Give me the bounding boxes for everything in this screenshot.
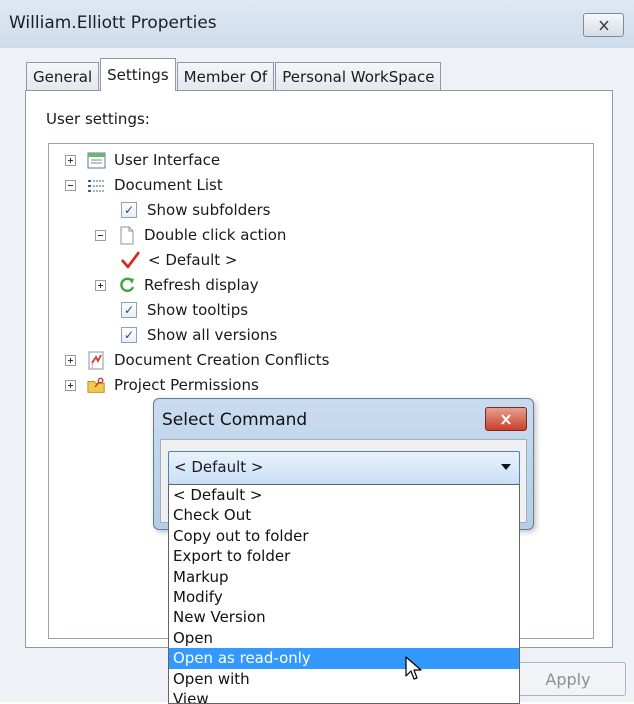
option-new-version[interactable]: New Version (169, 607, 519, 627)
tree-item-label: Refresh display (144, 276, 259, 294)
checkmark-icon (121, 251, 140, 270)
tree-item-document-list[interactable]: Document List (65, 174, 223, 196)
tree-item-project-permissions[interactable]: Project Permissions (65, 374, 259, 396)
mouse-pointer-icon (405, 656, 423, 686)
tree-item-show-all-versions[interactable]: ✓ Show all versions (121, 324, 277, 346)
show-subfolders-checkbox[interactable]: ✓ (121, 202, 137, 218)
tree-item-label: User Interface (114, 151, 221, 169)
tree-item-refresh-display[interactable]: Refresh display (95, 274, 259, 296)
option-export-to-folder[interactable]: Export to folder (169, 546, 519, 566)
option-default[interactable]: < Default > (169, 485, 519, 505)
conflict-icon: ! (87, 351, 106, 370)
tree-item-document-creation-conflicts[interactable]: ! Document Creation Conflicts (65, 349, 329, 371)
refresh-icon (117, 276, 136, 295)
tab-general[interactable]: General (26, 62, 100, 91)
option-check-out[interactable]: Check Out (169, 505, 519, 525)
chevron-down-icon[interactable] (501, 464, 511, 470)
window-title: William.Elliott Properties (9, 13, 217, 33)
show-all-versions-checkbox[interactable]: ✓ (121, 327, 137, 343)
tree-item-label: Show all versions (147, 326, 278, 344)
tree-item-label: Project Permissions (114, 376, 259, 394)
folder-key-icon (87, 376, 106, 395)
tree-item-user-interface[interactable]: User Interface (65, 149, 220, 171)
collapse-icon[interactable] (65, 179, 76, 191)
tree-item-default[interactable]: < Default > (121, 249, 237, 271)
tree-item-show-tooltips[interactable]: ✓ Show tooltips (121, 299, 248, 321)
tree-item-double-click-action[interactable]: Double click action (95, 224, 286, 246)
option-open[interactable]: Open (169, 628, 519, 648)
collapse-icon[interactable] (95, 229, 106, 241)
svg-text:!: ! (91, 363, 93, 370)
option-copy-out-to-folder[interactable]: Copy out to folder (169, 526, 519, 546)
tab-personal-workspace[interactable]: Personal WorkSpace (275, 62, 442, 91)
tab-member-of[interactable]: Member Of (176, 62, 275, 91)
user-settings-label: User settings: (46, 110, 150, 128)
document-icon (117, 226, 136, 245)
tab-strip: General Settings Member Of Personal Work… (26, 58, 442, 91)
window-icon (87, 151, 106, 170)
option-open-as-read-only[interactable]: Open as read-only (169, 648, 519, 669)
tree-item-label: Show tooltips (147, 301, 249, 319)
command-options-list[interactable]: < Default > Check Out Copy out to folder… (168, 484, 520, 704)
tree-item-label: Double click action (144, 226, 287, 244)
expand-icon[interactable] (95, 279, 106, 291)
expand-icon[interactable] (65, 354, 76, 366)
tree-item-label: Show subfolders (147, 201, 271, 219)
dialog-close-button[interactable] (485, 407, 527, 431)
dropdown-value: < Default > (174, 458, 264, 476)
apply-button[interactable]: Apply (510, 662, 626, 696)
tree-item-label: Document Creation Conflicts (114, 351, 330, 369)
option-markup[interactable]: Markup (169, 567, 519, 587)
show-tooltips-checkbox[interactable]: ✓ (121, 302, 137, 318)
tab-settings[interactable]: Settings (100, 58, 176, 91)
window-close-button[interactable] (583, 13, 624, 37)
list-icon (87, 176, 106, 195)
tree-item-show-subfolders[interactable]: ✓ Show subfolders (121, 199, 270, 221)
close-icon (501, 413, 511, 425)
expand-icon[interactable] (65, 379, 76, 391)
expand-icon[interactable] (65, 154, 76, 166)
dialog-title: Select Command (162, 410, 308, 430)
tree-item-label: < Default > (148, 251, 238, 269)
option-open-with[interactable]: Open with (169, 669, 519, 689)
close-icon (598, 19, 609, 31)
tree-item-label: Document List (114, 176, 223, 194)
title-bar: William.Elliott Properties (0, 0, 634, 48)
command-dropdown[interactable]: < Default > (168, 451, 520, 485)
option-modify[interactable]: Modify (169, 587, 519, 607)
